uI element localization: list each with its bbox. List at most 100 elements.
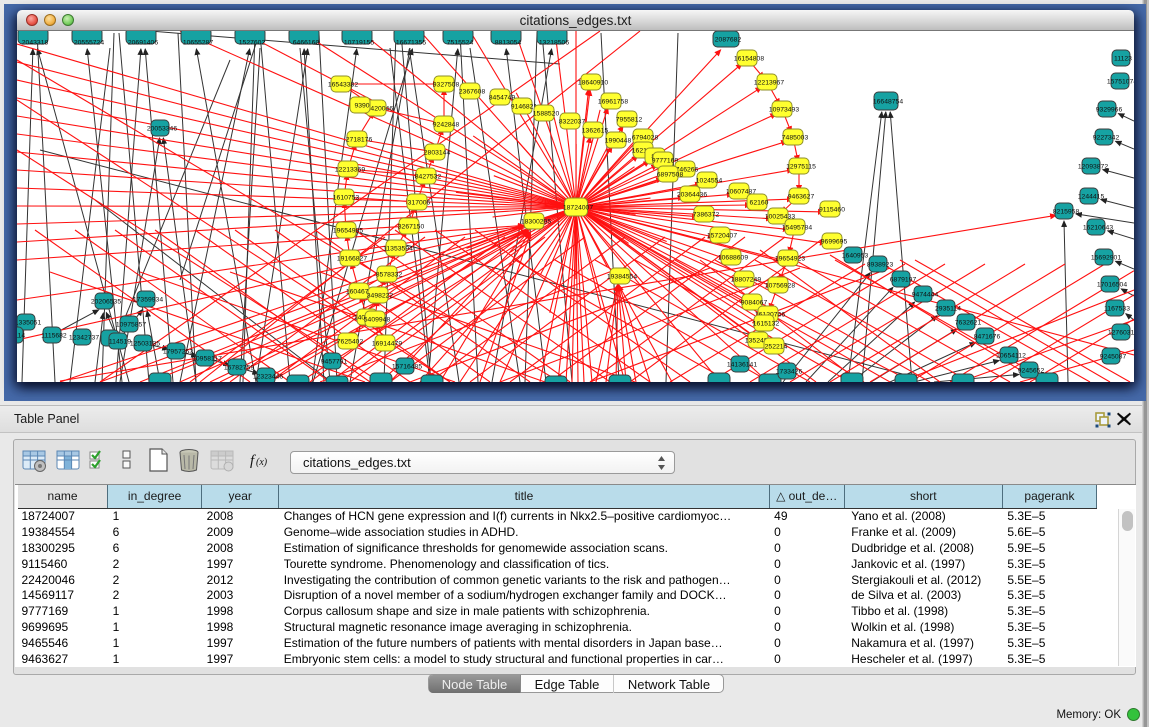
svg-text:18300295: 18300295 [521, 219, 551, 226]
svg-text:1024554: 1024554 [696, 178, 723, 185]
svg-text:10654112: 10654112 [996, 353, 1026, 360]
svg-text:16914479: 16914479 [372, 341, 402, 348]
svg-text:14136141: 14136141 [727, 362, 757, 369]
svg-text:7625402: 7625402 [337, 339, 364, 346]
svg-text:7515524: 7515524 [447, 40, 474, 47]
svg-text:12760318: 12760318 [1108, 330, 1134, 337]
svg-text:18807249: 18807249 [731, 277, 761, 284]
svg-text:16961758: 16961758 [598, 99, 628, 106]
svg-text:20364436: 20364436 [677, 192, 707, 199]
svg-text:17359934: 17359934 [133, 297, 163, 304]
svg-text:1588520: 1588520 [533, 111, 560, 118]
svg-text:20555724: 20555724 [74, 40, 104, 47]
svg-text:10688609: 10688609 [718, 255, 748, 262]
svg-text:16543382: 16543382 [328, 82, 358, 89]
svg-text:1335051: 1335051 [17, 320, 41, 327]
svg-text:3498222: 3498222 [367, 293, 394, 300]
svg-text:9777169: 9777169 [652, 158, 679, 165]
svg-text:2367608: 2367608 [459, 89, 486, 96]
svg-text:15751074: 15751074 [1107, 79, 1134, 86]
svg-text:10975857: 10975857 [116, 322, 146, 329]
svg-text:12975115: 12975115 [786, 164, 816, 171]
svg-text:8454749: 8454749 [489, 95, 516, 102]
svg-text:9245652: 9245652 [1018, 368, 1045, 375]
svg-text:317006: 317006 [408, 200, 431, 207]
svg-text:9699695: 9699695 [821, 239, 848, 246]
svg-text:1733426: 1733426 [776, 369, 803, 376]
svg-text:5409948: 5409948 [364, 317, 391, 324]
svg-text:6879197: 6879197 [890, 277, 917, 284]
svg-text:252214: 252214 [765, 344, 788, 351]
svg-text:12323446: 12323446 [253, 374, 283, 381]
svg-text:1167533: 1167533 [1104, 306, 1130, 313]
svg-text:9329966: 9329966 [1096, 107, 1123, 114]
svg-text:9115460: 9115460 [819, 207, 845, 214]
svg-text:2803144: 2803144 [424, 150, 451, 157]
svg-text:1362615: 1362615 [582, 128, 609, 135]
svg-text:9242848: 9242848 [433, 122, 460, 129]
svg-text:13218506: 13218506 [539, 40, 569, 47]
svg-text:3267150: 3267150 [398, 224, 425, 231]
svg-text:10958117: 10958117 [192, 356, 222, 363]
svg-text:1115682: 1115682 [41, 333, 67, 340]
svg-text:17016504: 17016504 [1097, 282, 1127, 289]
svg-text:9457791: 9457791 [321, 359, 348, 366]
svg-text:8322037: 8322037 [559, 119, 586, 126]
svg-text:16782759: 16782759 [224, 365, 254, 372]
svg-text:12342737: 12342737 [69, 335, 99, 342]
svg-text:1990448: 1990448 [605, 138, 632, 145]
svg-text:2087682: 2087682 [715, 37, 742, 44]
svg-text:7386372: 7386372 [693, 212, 720, 219]
svg-text:19166827: 19166827 [337, 256, 367, 263]
svg-text:16671355: 16671355 [396, 40, 426, 47]
svg-text:20053346: 20053346 [147, 126, 177, 133]
svg-text:8215958: 8215958 [1053, 209, 1080, 216]
svg-text:10973493: 10973493 [769, 107, 799, 114]
svg-text:7632621: 7632621 [955, 320, 982, 327]
svg-text:1640953: 1640953 [842, 253, 869, 260]
svg-text:16648754: 16648754 [873, 99, 903, 106]
svg-text:11123: 11123 [1114, 56, 1132, 63]
svg-text:9390: 9390 [354, 103, 369, 110]
svg-text:2043318: 2043318 [22, 40, 49, 47]
svg-text:6466160: 6466160 [293, 40, 320, 47]
svg-text:9463627: 9463627 [788, 194, 815, 201]
svg-text:16210643: 16210643 [1083, 225, 1113, 232]
svg-text:114519: 114519 [109, 339, 131, 346]
svg-text:12213369: 12213369 [335, 167, 365, 174]
svg-text:18724007: 18724007 [563, 205, 593, 212]
svg-text:9474444: 9474444 [912, 292, 939, 299]
svg-text:10756928: 10756928 [765, 283, 795, 290]
svg-text:9327508: 9327508 [433, 82, 460, 89]
svg-text:19654985: 19654985 [333, 228, 363, 235]
svg-text:(x): (x) [256, 457, 268, 468]
svg-text:8427532: 8427532 [415, 174, 442, 181]
svg-text:9084067: 9084067 [741, 300, 768, 307]
svg-text:12503135: 12503135 [130, 341, 160, 348]
svg-text:39114: 39114 [17, 333, 25, 340]
svg-text:8471676: 8471676 [974, 334, 1001, 341]
svg-text:9245087: 9245087 [1100, 354, 1127, 361]
svg-text:15720407: 15720407 [707, 233, 737, 240]
svg-text:10719155: 10719155 [344, 40, 374, 47]
svg-text:15495784: 15495784 [782, 225, 812, 232]
svg-text:1244415: 1244415 [1078, 194, 1105, 201]
svg-text:16154808: 16154808 [734, 56, 764, 63]
svg-text:11353594: 11353594 [383, 246, 413, 253]
svg-text:1610753: 1610753 [333, 195, 360, 202]
svg-text:19384554: 19384554 [607, 274, 637, 281]
svg-text:6897508: 6897508 [657, 172, 684, 179]
svg-text:20206535: 20206535 [91, 299, 121, 306]
svg-text:2935114: 2935114 [935, 306, 961, 313]
svg-text:9227342: 9227342 [1093, 135, 1120, 142]
svg-text:10655287: 10655287 [183, 40, 213, 47]
svg-text:12093872: 12093872 [1078, 164, 1108, 171]
svg-text:15692901: 15692901 [1091, 255, 1121, 262]
svg-text:9146821: 9146821 [511, 104, 538, 111]
svg-text:62160: 62160 [750, 200, 769, 207]
svg-text:1615132: 1615132 [753, 321, 780, 328]
svg-text:15716485: 15716485 [392, 364, 422, 371]
svg-text:8578332: 8578332 [376, 272, 403, 279]
svg-text:7485003: 7485003 [782, 135, 809, 142]
svg-text:18640910: 18640910 [578, 80, 608, 87]
